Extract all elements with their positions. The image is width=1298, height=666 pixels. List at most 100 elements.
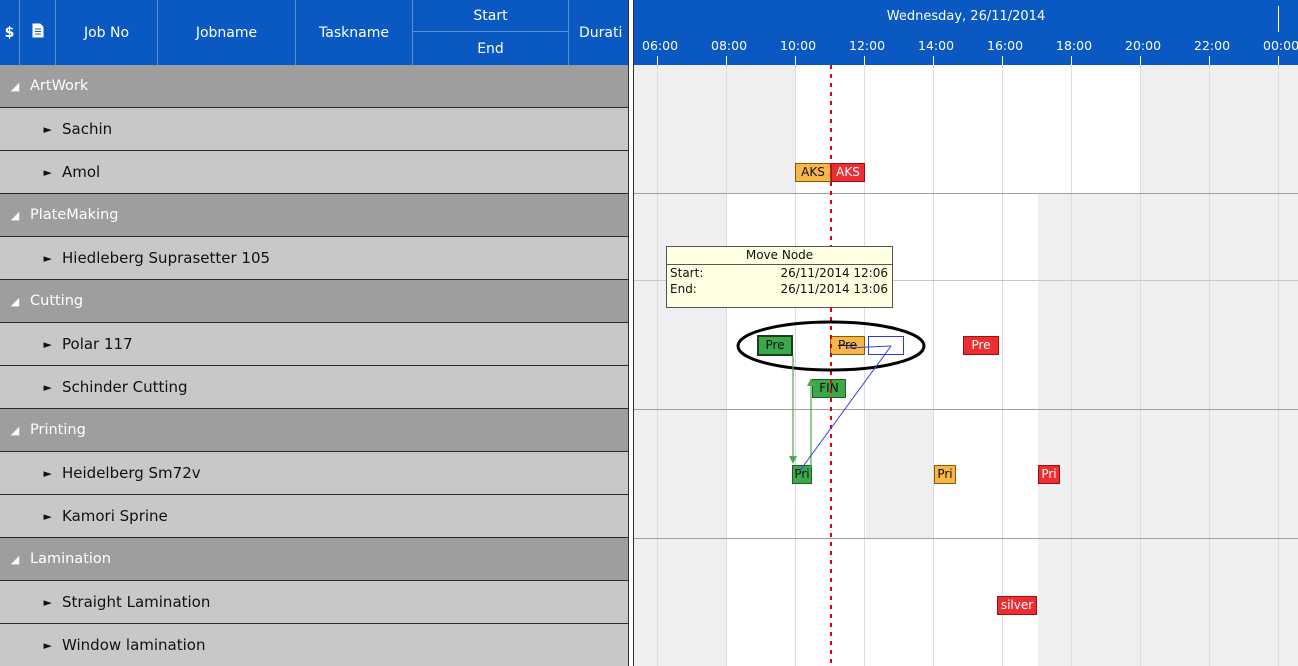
collapse-triangle-icon[interactable]: ◢ [0,295,30,308]
start-column-header[interactable]: Start [413,0,568,32]
currency-column-header[interactable]: $ [0,0,20,65]
hour-label: 10:00 [780,38,817,53]
group-separator [634,193,1298,194]
resource-row-heidelberg[interactable]: ► Heidelberg Sm72v [0,452,628,495]
expand-arrow-icon[interactable]: ► [0,252,62,265]
resource-row-kamori[interactable]: ► Kamori Sprine [0,495,628,538]
non-working-band [1140,65,1298,194]
expand-arrow-icon[interactable]: ► [0,338,62,351]
non-working-band [634,538,727,666]
hour-tick [1140,56,1141,65]
hour-label: 14:00 [918,38,955,53]
hour-gridline [726,65,727,666]
hour-tick [864,56,865,65]
collapse-triangle-icon[interactable]: ◢ [0,553,30,566]
hour-tick [933,56,934,65]
group-row-lamination[interactable]: ◢ Lamination [0,538,628,581]
non-working-band [634,65,796,194]
hour-tick [1209,56,1210,65]
hour-label: 08:00 [711,38,748,53]
duration-label: Durati [579,24,623,41]
non-working-band [1038,538,1298,666]
task-bar-pre-orange[interactable]: Pre [830,336,865,355]
day-label: Wednesday, 26/11/2014 [886,8,1046,24]
timeline-day-header: Wednesday, 26/11/2014 [634,0,1298,32]
tooltip-end-label: End: [670,282,697,296]
resource-label: Kamori Sprine [62,507,168,525]
resource-label: Polar 117 [62,335,133,353]
taskname-label: Taskname [319,24,389,41]
taskname-column-header[interactable]: Taskname [296,0,413,65]
resource-row-polar[interactable]: ► Polar 117 [0,323,628,366]
task-bar-pri-orange[interactable]: Pri [934,465,956,484]
duration-column-header[interactable]: Durati [569,0,628,65]
group-row-cutting[interactable]: ◢ Cutting [0,280,628,323]
resource-row-schinder[interactable]: ► Schinder Cutting [0,366,628,409]
resource-row-amol[interactable]: ► Amol [0,151,628,194]
group-label: Cutting [30,293,84,309]
task-bar-pri-red[interactable]: Pri [1038,465,1060,484]
resource-label: Amol [62,163,101,181]
expand-arrow-icon[interactable]: ► [0,166,62,179]
hour-gridline [1071,65,1072,666]
scheduler-window: $ Job No Jobname Taskname Start End Dura… [0,0,1298,666]
gantt-body[interactable]: AKS AKS Pre Pre Pre FIN Pri Pri Pri silv… [634,65,1298,666]
collapse-triangle-icon[interactable]: ◢ [0,209,30,222]
resource-label: Hiedleberg Suprasetter 105 [62,249,271,267]
tooltip-start-value: 26/11/2014 12:06 [780,266,888,280]
task-bar-fin[interactable]: FIN [812,379,846,398]
task-bar-pri-green[interactable]: Pri [792,465,812,484]
hour-gridline [657,65,658,666]
hour-label: 06:00 [642,38,679,53]
hour-tick [1278,56,1279,65]
expand-arrow-icon[interactable]: ► [0,467,62,480]
expand-arrow-icon[interactable]: ► [0,596,62,609]
collapse-triangle-icon[interactable]: ◢ [0,424,30,437]
expand-arrow-icon[interactable]: ► [0,639,62,652]
resource-label: Sachin [62,120,113,138]
end-column-header[interactable]: End [413,33,568,65]
jobname-column-header[interactable]: Jobname [158,0,296,65]
group-label: PlateMaking [30,207,119,223]
group-row-printing[interactable]: ◢ Printing [0,409,628,452]
job-no-label: Job No [83,24,130,41]
group-row-platemaking[interactable]: ◢ PlateMaking [0,194,628,237]
document-column-header[interactable] [20,0,56,65]
resource-row-sachin[interactable]: ► Sachin [0,108,628,151]
hour-label: 22:00 [1194,38,1231,53]
expand-arrow-icon[interactable]: ► [0,381,62,394]
expand-arrow-icon[interactable]: ► [0,123,62,136]
non-working-band [1038,409,1298,538]
collapse-triangle-icon[interactable]: ◢ [0,80,30,93]
resource-row-suprasetter[interactable]: ► Hiedleberg Suprasetter 105 [0,237,628,280]
document-icon [32,23,44,42]
hour-tick [726,56,727,65]
start-label: Start [473,7,508,24]
task-bar-aks-red[interactable]: AKS [831,163,865,182]
start-end-column-header[interactable]: Start End [413,0,569,65]
task-bar-silver[interactable]: silver [997,596,1037,615]
group-label: Lamination [30,551,111,567]
task-bar-aks-orange[interactable]: AKS [795,163,831,182]
expand-arrow-icon[interactable]: ► [0,510,62,523]
task-drag-ghost[interactable] [868,336,904,355]
resource-grid: $ Job No Jobname Taskname Start End Dura… [0,0,628,666]
resource-label: Heidelberg Sm72v [62,464,201,482]
task-bar-pre-green[interactable]: Pre [757,335,793,356]
hour-gridline [795,65,796,666]
day-boundary-divider [1278,6,1279,32]
resource-row-straight-lamination[interactable]: ► Straight Lamination [0,581,628,624]
group-separator [634,538,1298,539]
resource-row-window-lamination[interactable]: ► Window lamination [0,624,628,666]
hour-gridline [1002,65,1003,666]
resource-label: Straight Lamination [62,593,211,611]
job-no-column-header[interactable]: Job No [56,0,158,65]
group-row-artwork[interactable]: ◢ ArtWork [0,65,628,108]
resource-label: Window lamination [62,636,206,654]
hour-label: 20:00 [1125,38,1162,53]
task-bar-pre-red[interactable]: Pre [963,336,999,355]
non-working-band [866,409,934,538]
hour-label: 00:00 [1263,38,1298,53]
group-label: Printing [30,422,86,438]
end-label: End [477,41,504,57]
